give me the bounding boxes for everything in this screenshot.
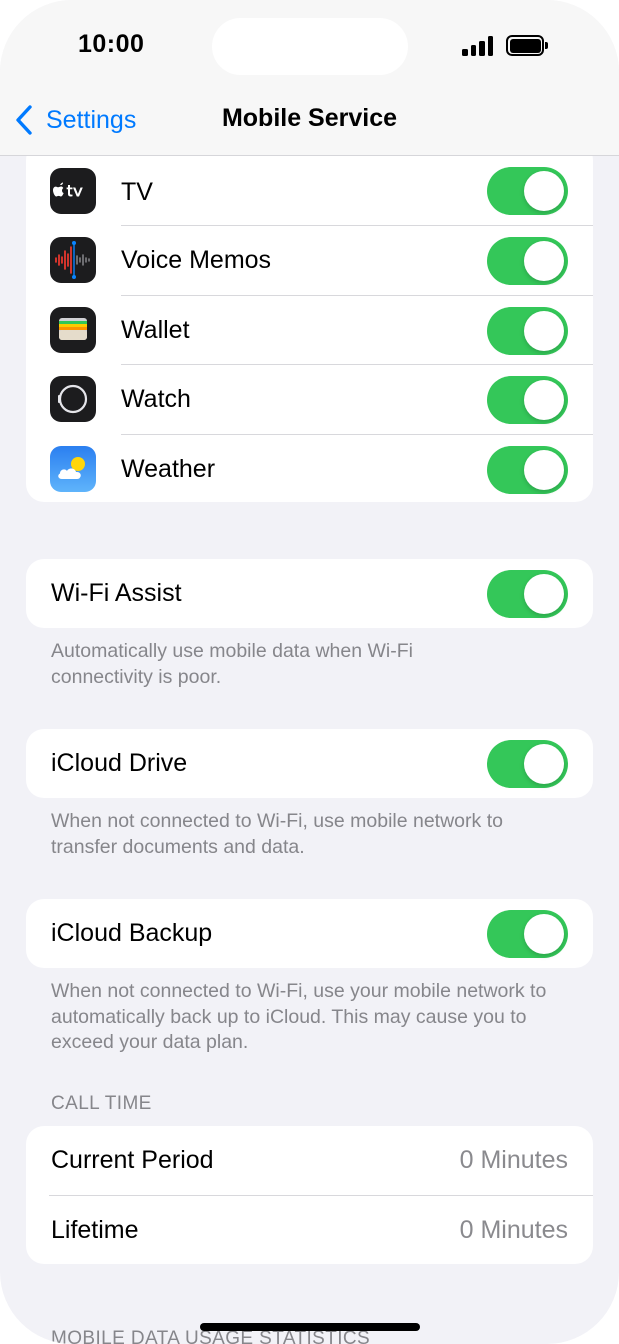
- app-row-voice-memos: Voice Memos: [26, 226, 593, 296]
- weather-toggle[interactable]: [487, 445, 568, 494]
- app-label-weather: Weather: [121, 454, 216, 483]
- call-time-header: CALL TIME: [51, 1093, 152, 1114]
- toggle-knob: [524, 310, 564, 351]
- toggle-knob: [524, 241, 564, 281]
- call-time-row: Lifetime 0 Minutes: [26, 1196, 593, 1265]
- app-label-tv: TV: [121, 178, 153, 206]
- icloud-drive-footer: When not connected to Wi-Fi, use mobile …: [51, 810, 503, 858]
- cellular-signal-icon: [462, 35, 494, 56]
- current-period-value: 0 Minutes: [459, 1146, 568, 1175]
- wifi-assist-toggle[interactable]: [487, 570, 568, 618]
- wallet-icon: [50, 306, 96, 353]
- toggle-knob: [524, 914, 564, 954]
- weather-icon: [50, 445, 96, 492]
- app-toggles-group: TV Voice Memos Wallet Watch Weather: [26, 142, 593, 502]
- icloud-backup-toggle[interactable]: [487, 910, 568, 958]
- page-title: Mobile Service: [221, 104, 398, 132]
- wifi-assist-footer: Automatically use mobile data when Wi-Fi…: [51, 640, 413, 688]
- status-time: 10:00: [78, 30, 145, 58]
- icloud-drive-row: iCloud Drive: [26, 729, 593, 798]
- watch-icon: [50, 376, 96, 422]
- toggle-knob: [524, 574, 564, 614]
- icloud-drive-label: iCloud Drive: [51, 749, 188, 778]
- phone-screen: TV Voice Memos Wallet Watch Weather Wi-F…: [0, 0, 619, 1344]
- battery-icon: [506, 35, 548, 56]
- wifi-assist-label: Wi-Fi Assist: [51, 579, 182, 608]
- tv-toggle[interactable]: [487, 167, 568, 215]
- call-time-group: Current Period 0 Minutes Lifetime 0 Minu…: [26, 1126, 593, 1264]
- app-label-voice-memos: Voice Memos: [121, 246, 272, 275]
- apple-tv-icon: [50, 168, 96, 214]
- icloud-backup-group: iCloud Backup: [26, 899, 593, 968]
- current-period-label: Current Period: [51, 1146, 214, 1175]
- toggle-knob: [524, 449, 564, 490]
- top-bar: 10:00 Settings Mobile Service: [0, 0, 619, 156]
- icloud-backup-label: iCloud Backup: [51, 919, 213, 948]
- wifi-assist-group: Wi-Fi Assist: [26, 559, 593, 628]
- icloud-drive-group: iCloud Drive: [26, 729, 593, 798]
- wallet-toggle[interactable]: [487, 306, 568, 355]
- app-row-weather: Weather: [26, 435, 593, 503]
- lifetime-value: 0 Minutes: [459, 1215, 568, 1244]
- voice-memos-toggle[interactable]: [487, 237, 568, 285]
- wifi-assist-row: Wi-Fi Assist: [26, 559, 593, 628]
- call-time-row: Current Period 0 Minutes: [26, 1126, 593, 1196]
- toggle-knob: [524, 380, 564, 420]
- watch-toggle[interactable]: [487, 376, 568, 424]
- toggle-knob: [524, 171, 564, 211]
- app-label-wallet: Wallet: [121, 315, 190, 344]
- toggle-knob: [524, 744, 564, 784]
- voice-memos-icon: [50, 237, 96, 283]
- app-row-wallet: Wallet: [26, 296, 593, 365]
- icloud-backup-row: iCloud Backup: [26, 899, 593, 968]
- app-row-watch: Watch: [26, 365, 593, 435]
- dynamic-island: [212, 18, 408, 75]
- lifetime-label: Lifetime: [51, 1215, 139, 1244]
- icloud-drive-toggle[interactable]: [487, 740, 568, 788]
- home-indicator[interactable]: [200, 1323, 420, 1331]
- icloud-backup-footer: When not connected to Wi-Fi, use your mo…: [51, 980, 547, 1053]
- app-label-watch: Watch: [121, 385, 191, 414]
